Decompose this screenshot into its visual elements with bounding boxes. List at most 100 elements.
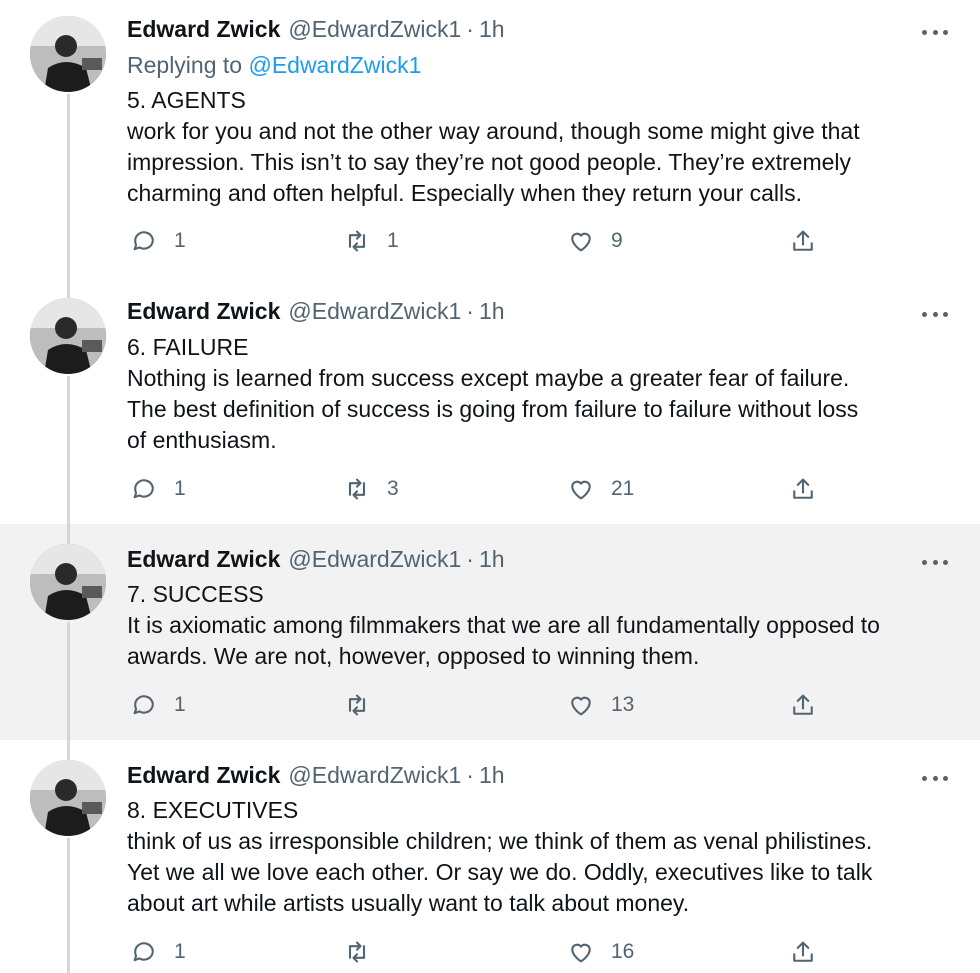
tweet-text: 6. FAILURE Nothing is learned from succe… (127, 332, 957, 456)
more-options-button[interactable] (918, 552, 952, 572)
reply-button[interactable]: 1 (130, 475, 186, 503)
author-name[interactable]: Edward Zwick (127, 16, 280, 43)
like-button[interactable]: 16 (567, 938, 634, 966)
retweet-arrows-icon (348, 941, 366, 963)
avatar[interactable] (30, 760, 106, 836)
tweet-text-line: think of us as irresponsible children; w… (127, 828, 873, 854)
avatar[interactable] (30, 298, 106, 374)
author-handle[interactable]: @EdwardZwick1 (288, 16, 461, 43)
like-button[interactable]: 9 (567, 227, 623, 255)
tweet-timestamp[interactable]: 1h (479, 762, 505, 789)
tweet-text-line: charming and often helpful. Especially w… (127, 180, 803, 206)
tweet-timestamp[interactable]: 1h (479, 298, 505, 325)
tweet-text-line: It is axiomatic among filmmakers that we… (127, 612, 880, 638)
retweet-count: 3 (387, 477, 399, 500)
replying-to-mention[interactable]: @EdwardZwick1 (248, 52, 421, 78)
header-separator: · (466, 546, 474, 572)
more-options-button[interactable] (918, 22, 952, 42)
like-count: 16 (611, 940, 635, 963)
author-name[interactable]: Edward Zwick (127, 298, 280, 325)
avatar-image (30, 16, 106, 92)
retweet-button[interactable]: 1 (343, 227, 399, 255)
more-options-button[interactable] (918, 768, 952, 788)
tweet-timestamp[interactable]: 1h (479, 546, 505, 573)
share-button[interactable] (789, 938, 817, 966)
speech-bubble-icon (133, 942, 154, 962)
tweet-actions: 1 1 9 (0, 227, 980, 257)
retweet-arrows-icon (348, 478, 366, 500)
header-separator: · (466, 762, 474, 788)
share-upload-icon (793, 230, 813, 251)
thread-connector-line (67, 94, 70, 298)
more-dots-icon (922, 559, 927, 565)
tweet-title: 8. EXECUTIVES (127, 797, 299, 823)
reply-button[interactable]: 1 (130, 227, 186, 255)
author-handle[interactable]: @EdwardZwick1 (288, 762, 461, 789)
speech-bubble-icon (133, 231, 154, 251)
replying-to-label: Replying to (127, 52, 243, 78)
author-name[interactable]: Edward Zwick (127, 546, 280, 573)
tweet-card[interactable]: Edward Zwick @EdwardZwick1 · 1h Replying… (0, 0, 980, 282)
share-upload-icon (793, 941, 813, 962)
heart-outline-icon (571, 696, 591, 716)
share-button[interactable] (789, 227, 817, 255)
replying-to-line: Replying to @EdwardZwick1 (127, 52, 421, 79)
tweet-actions: 1 16 (0, 938, 980, 968)
like-count: 13 (611, 693, 635, 716)
tweet-header: Edward Zwick @EdwardZwick1 · 1h (127, 762, 505, 792)
more-dots-icon (922, 775, 927, 781)
retweet-button[interactable]: 3 (343, 475, 399, 503)
tweet-actions: 1 3 21 (0, 475, 980, 505)
thread-connector-line (67, 622, 70, 760)
reply-count: 1 (174, 229, 186, 252)
heart-outline-icon (571, 480, 591, 500)
tweet-actions: 1 13 (0, 691, 980, 721)
more-options-button[interactable] (918, 304, 952, 324)
author-name[interactable]: Edward Zwick (127, 762, 280, 789)
tweet-title: 5. AGENTS (127, 87, 246, 113)
tweet-card[interactable]: Edward Zwick @EdwardZwick1 · 1h 6. FAILU… (0, 282, 980, 524)
like-button[interactable]: 13 (567, 691, 634, 719)
tweet-text-line: of enthusiasm. (127, 427, 277, 453)
share-button[interactable] (789, 691, 817, 719)
header-separator: · (466, 16, 474, 42)
tweet-text-line: impression. This isn’t to say they’re no… (127, 149, 852, 175)
tweet-text-line: The best definition of success is going … (127, 396, 859, 422)
retweet-arrows-icon (348, 694, 366, 716)
speech-bubble-icon (133, 479, 154, 499)
share-button[interactable] (789, 475, 817, 503)
tweet-text-line: Yet we all we love each other. Or say we… (127, 859, 873, 885)
tweet-timestamp[interactable]: 1h (479, 16, 505, 43)
avatar-image (30, 298, 106, 374)
heart-outline-icon (571, 943, 591, 963)
reply-button[interactable]: 1 (130, 938, 186, 966)
retweet-button[interactable] (343, 938, 387, 966)
like-count: 9 (611, 229, 623, 252)
tweet-title: 6. FAILURE (127, 334, 249, 360)
tweet-title: 7. SUCCESS (127, 581, 264, 607)
more-dots-icon (922, 311, 927, 317)
like-button[interactable]: 21 (567, 475, 634, 503)
tweet-header: Edward Zwick @EdwardZwick1 · 1h (127, 16, 505, 46)
tweet-header: Edward Zwick @EdwardZwick1 · 1h (127, 546, 505, 576)
author-handle[interactable]: @EdwardZwick1 (288, 546, 461, 573)
avatar[interactable] (30, 544, 106, 620)
retweet-button[interactable] (343, 691, 387, 719)
reply-count: 1 (174, 477, 186, 500)
tweet-text: 8. EXECUTIVES think of us as irresponsib… (127, 795, 957, 919)
share-upload-icon (793, 694, 813, 715)
tweet-text-line: Nothing is learned from success except m… (127, 365, 850, 391)
tweet-header: Edward Zwick @EdwardZwick1 · 1h (127, 298, 505, 328)
author-handle[interactable]: @EdwardZwick1 (288, 298, 461, 325)
avatar-image (30, 544, 106, 620)
avatar[interactable] (30, 16, 106, 92)
tweet-text-line: awards. We are not, however, opposed to … (127, 643, 700, 669)
tweet-text-line: about art while artists usually want to … (127, 890, 690, 916)
more-dots-icon (922, 29, 927, 35)
header-separator: · (466, 298, 474, 324)
like-count: 21 (611, 477, 635, 500)
thread-connector-line (67, 376, 70, 544)
tweet-card[interactable]: Edward Zwick @EdwardZwick1 · 1h 8. EXECU… (0, 740, 980, 973)
tweet-card[interactable]: Edward Zwick @EdwardZwick1 · 1h 7. SUCCE… (0, 524, 980, 740)
reply-button[interactable]: 1 (130, 691, 186, 719)
